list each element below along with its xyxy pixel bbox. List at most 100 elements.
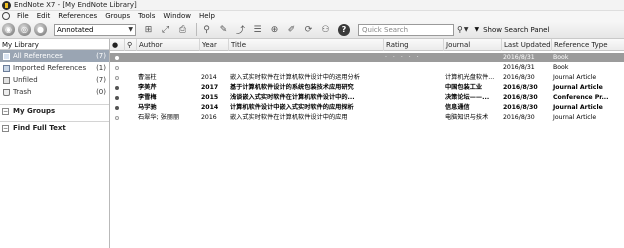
collapse-icon[interactable]: − <box>2 124 9 132</box>
cell-reference-type: Journal Article <box>553 114 597 121</box>
table-row[interactable]: · · · · · 2016/8/31 Book <box>110 53 624 62</box>
export-word-icon[interactable]: ☰ <box>251 23 264 36</box>
table-row[interactable]: 李雪梅 2015 浅谈嵌入式实时软件在计算机软件设计中的... 决策论坛——..… <box>110 93 624 102</box>
sidebar-item-label: Imported References <box>13 64 87 72</box>
cell-last-updated: 2016/8/30 <box>503 74 535 81</box>
sidebar-item-imported-references[interactable]: Imported References (1) <box>0 62 109 74</box>
table-row[interactable]: 曹温柱 2014 嵌入式实时软件在计算机软件设计中的运用分析 计算机光盘软件..… <box>110 73 624 82</box>
chevron-down-icon: ▼ <box>474 26 480 33</box>
integrated-library-icon[interactable]: ● <box>34 23 47 36</box>
toolbar: ◉ ◎ ● Annotated ▼ ⊞ ⤢ ⎙ ⚲ ✎ ⤴ ☰ ⊕ ✐ ⟳ ⚇ … <box>0 21 624 39</box>
column-header-last-updated[interactable]: Last Updated <box>501 39 551 51</box>
open-pdf-icon[interactable]: ⎙ <box>176 23 189 36</box>
show-search-panel-label: Show Search Panel <box>483 25 550 34</box>
cell-rating[interactable] <box>383 83 442 92</box>
sidebar-item-count: (7) <box>96 76 106 84</box>
cell-journal <box>443 53 500 62</box>
library-sidebar: My Library All References (7) Imported R… <box>0 39 110 248</box>
table-row[interactable]: 2016/8/31 Book <box>110 63 624 72</box>
table-row[interactable]: 李美芹 2017 基于计算机软件设计的系统包装技术应用研究 中国包装工业 201… <box>110 83 624 92</box>
window-title: EndNote X7 - [My EndNote Library] <box>14 1 137 9</box>
cell-year: 2014 <box>201 104 219 111</box>
read-status-dot <box>115 76 119 80</box>
cell-title: 基于计算机软件设计的系统包装技术应用研究 <box>230 84 354 91</box>
read-status-dot <box>115 96 119 100</box>
cell-reference-type: Journal Article <box>553 84 603 91</box>
cell-rating[interactable] <box>383 113 442 122</box>
read-status-column-header[interactable]: ● <box>110 39 124 51</box>
window-menu-icon[interactable] <box>2 12 10 20</box>
cell-rating[interactable] <box>383 93 442 102</box>
new-reference-icon[interactable]: ⊕ <box>268 23 281 36</box>
show-search-panel-button[interactable]: ▼ Show Search Panel <box>474 26 549 34</box>
cell-rating[interactable] <box>383 63 442 72</box>
sidebar-item-trash[interactable]: Trash (0) <box>0 86 109 98</box>
cell-reference-type: Journal Article <box>553 74 597 81</box>
paperclip-icon[interactable]: ⚲ <box>124 39 136 51</box>
table-row[interactable]: 马宇驰 2014 计算机软件设计中嵌入式实时软件的应用探析 信息通信 2016/… <box>110 103 624 112</box>
sidebar-item-unfiled[interactable]: Unfiled (7) <box>0 74 109 86</box>
insert-citation-icon[interactable]: ✎ <box>217 23 230 36</box>
menu-tools[interactable]: Tools <box>134 12 159 20</box>
sidebar-group-label: Find Full Text <box>13 124 66 132</box>
cell-rating[interactable] <box>383 103 442 112</box>
cell-reference-type: Book <box>553 64 569 71</box>
cell-author: 曹温柱 <box>138 74 157 81</box>
menu-edit[interactable]: Edit <box>33 12 55 20</box>
read-status-dot <box>115 66 119 70</box>
unfiled-icon <box>3 76 10 84</box>
chevron-down-icon: ▼ <box>128 26 133 33</box>
cell-rating[interactable] <box>383 73 442 82</box>
cell-journal: 决策论坛——... <box>445 94 490 101</box>
cell-rating[interactable]: · · · · · <box>383 53 442 62</box>
help-icon[interactable]: ? <box>338 23 350 36</box>
column-header-year[interactable]: Year <box>199 39 227 51</box>
collapse-icon[interactable]: − <box>2 107 9 115</box>
cell-last-updated: 2016/8/30 <box>503 94 538 101</box>
column-header-title[interactable]: Title <box>228 39 382 51</box>
quick-search-input[interactable]: Quick Search <box>358 23 454 36</box>
read-status-dot <box>115 86 119 90</box>
sidebar-group-my-groups[interactable]: − My Groups <box>0 104 109 117</box>
cell-title: 计算机软件设计中嵌入式实时软件的应用探析 <box>230 104 354 111</box>
menu-file[interactable]: File <box>13 12 33 20</box>
column-header-author[interactable]: Author <box>136 39 196 51</box>
cell-year: 2014 <box>201 74 217 81</box>
cell-journal: 电脑知识与技术 <box>445 114 489 121</box>
search-options-chevron-icon[interactable]: ▼ <box>464 26 469 33</box>
edit-reference-icon[interactable]: ✐ <box>285 23 298 36</box>
sidebar-item-all-references[interactable]: All References (7) <box>0 50 109 62</box>
cell-journal <box>443 63 500 72</box>
open-link-icon[interactable]: ⤢ <box>159 23 172 36</box>
table-row[interactable]: 石翠华; 张丽丽 2016 嵌入式实时软件在计算机软件设计中的应用 电脑知识与技… <box>110 113 624 122</box>
sidebar-item-label: Trash <box>13 88 32 96</box>
quick-search-placeholder: Quick Search <box>362 25 409 34</box>
sidebar-item-count: (1) <box>96 64 106 72</box>
column-header-reference-type[interactable]: Reference Type <box>551 39 624 51</box>
menu-window[interactable]: Window <box>159 12 195 20</box>
output-style-select[interactable]: Annotated ▼ <box>54 23 136 36</box>
column-header-rating[interactable]: Rating <box>383 39 442 51</box>
cell-reference-type: Book <box>553 54 569 61</box>
share-icon[interactable]: ⚇ <box>319 23 332 36</box>
sidebar-group-label: My Groups <box>13 107 56 115</box>
find-fulltext-icon[interactable]: ⊞ <box>142 23 155 36</box>
cell-year: 2015 <box>201 94 219 101</box>
local-library-icon[interactable]: ◉ <box>2 23 15 36</box>
online-search-icon[interactable]: ◎ <box>18 23 31 36</box>
magnifier-icon[interactable]: ⚲ <box>200 23 213 36</box>
sidebar-group-find-full-text[interactable]: − Find Full Text <box>0 121 109 134</box>
cell-journal: 中国包装工业 <box>445 84 483 91</box>
sidebar-item-label: All References <box>13 52 63 60</box>
menu-groups[interactable]: Groups <box>101 12 134 20</box>
imported-references-icon <box>3 64 10 72</box>
column-header-journal[interactable]: Journal <box>443 39 500 51</box>
format-bibliography-icon[interactable]: ⤴ <box>234 23 247 36</box>
title-bar: EndNote X7 - [My EndNote Library] <box>0 0 624 11</box>
cell-year: 2016 <box>201 114 217 121</box>
search-icon[interactable]: ⚲ <box>457 25 463 34</box>
menu-help[interactable]: Help <box>195 12 219 20</box>
read-status-dot <box>115 116 119 120</box>
sync-icon[interactable]: ⟳ <box>302 23 315 36</box>
menu-references[interactable]: References <box>54 12 101 20</box>
